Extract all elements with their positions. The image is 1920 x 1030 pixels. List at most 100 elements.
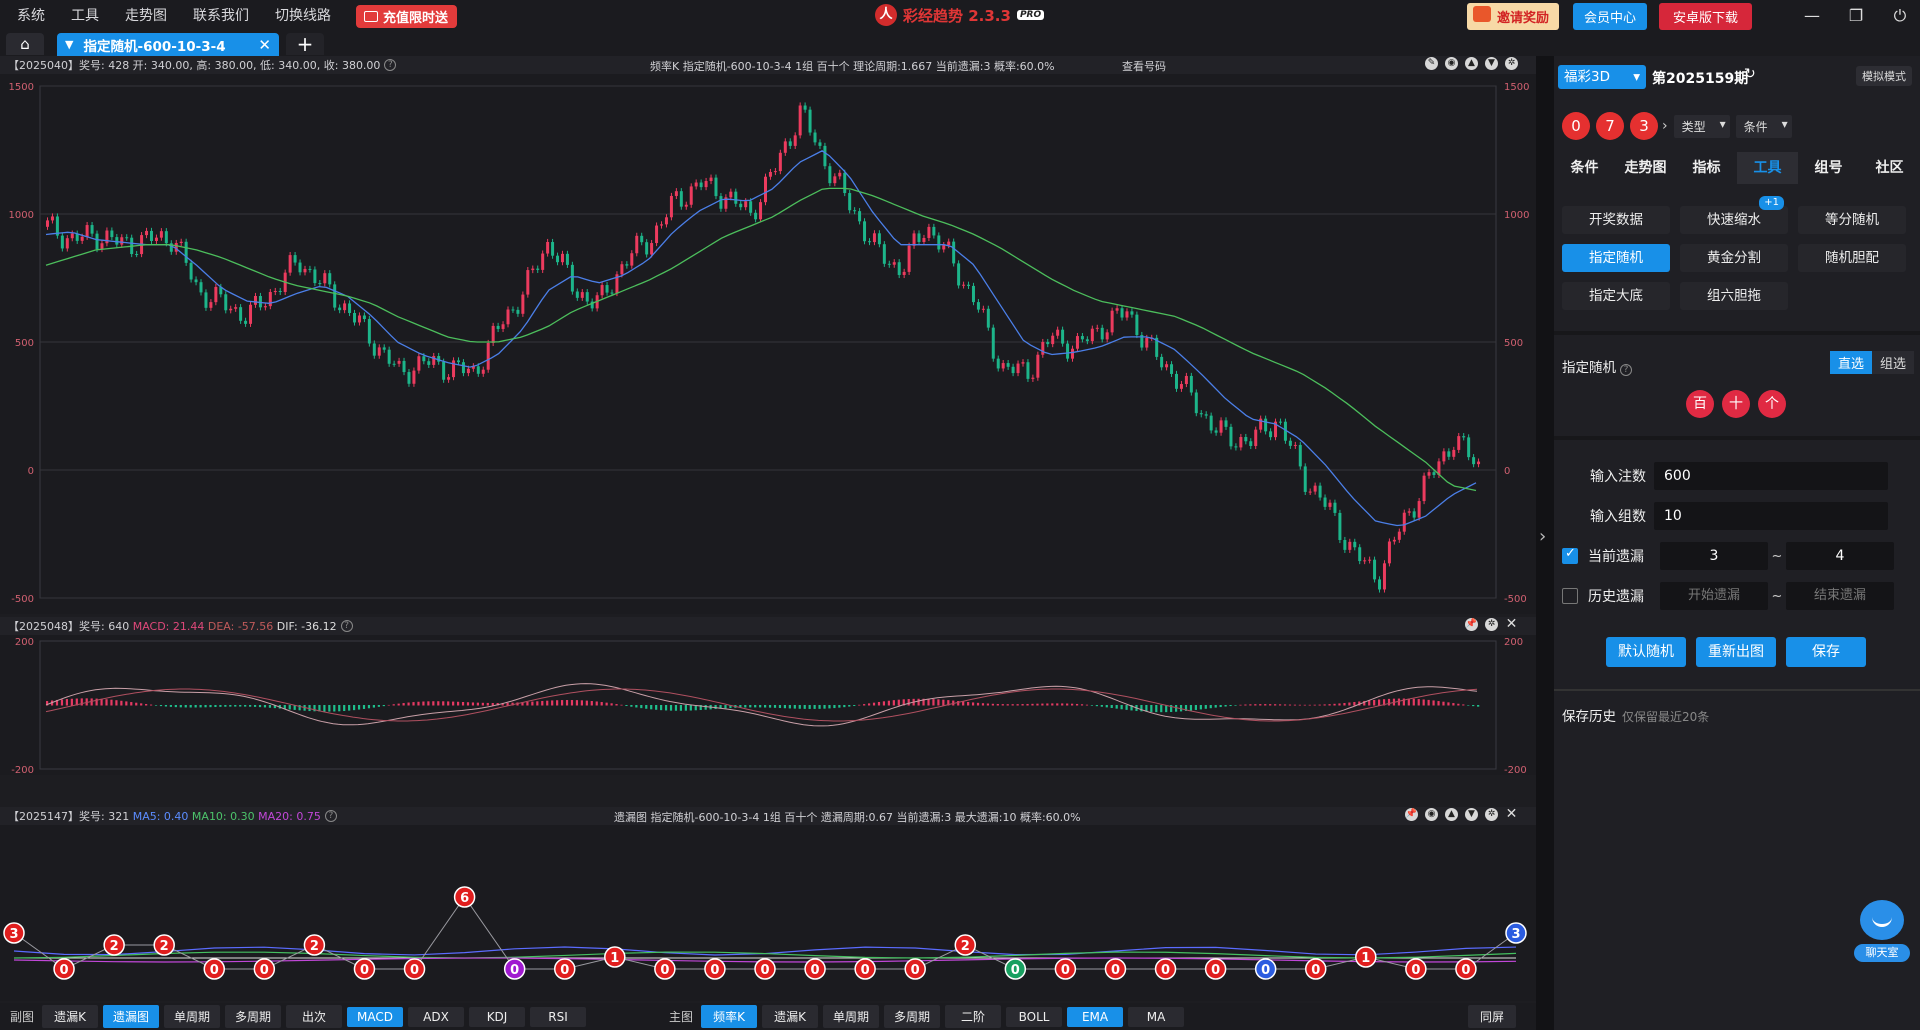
chevron-right-icon[interactable]: › [1662, 118, 1668, 134]
vip-center-button[interactable]: 会员中心 [1572, 2, 1647, 30]
type-select[interactable]: 类型 [1673, 114, 1730, 138]
pin-icon[interactable]: 📌 [1465, 618, 1478, 631]
position-tens[interactable]: 十 [1722, 390, 1750, 418]
eye-icon[interactable]: ◉ [1445, 57, 1458, 70]
sub-btn-macd[interactable]: MACD [347, 1006, 404, 1027]
refresh-icon[interactable]: ↻ [1744, 66, 1756, 82]
kchart-svg[interactable]: 1500 1500 1000 1000 500 500 0 0 -500 -500 [0, 74, 1536, 614]
redraw-button[interactable]: 重新出图 [1696, 637, 1776, 667]
miss-svg[interactable]: 3 0 2 2 0 0 2 0 0 6 0 0 1 0 0 0 0 0 0 2 0 0 0 0 0 0 0 1 0 0 3 [0, 825, 1536, 1001]
tool-golden-section[interactable]: 黄金分割 [1680, 244, 1788, 272]
pin-icon[interactable]: 📌 [1405, 808, 1418, 821]
current-miss-to[interactable]: 4 [1786, 542, 1894, 570]
current-miss-checkbox[interactable] [1562, 546, 1578, 564]
eye-icon[interactable]: ◉ [1425, 808, 1438, 821]
main-btn-miss-k[interactable]: 遗漏K [762, 1005, 819, 1028]
tool-quick-shrink[interactable]: 快速缩水 +1 [1680, 196, 1788, 234]
edit-icon[interactable]: ✎ [1425, 57, 1438, 70]
main-btn-multi-period[interactable]: 多周期 [884, 1005, 941, 1028]
menu-contact[interactable]: 联系我们 [180, 0, 262, 32]
main-btn-freq-k[interactable]: 频率K [701, 1005, 758, 1028]
tool-draw-data[interactable]: 开奖数据 [1562, 206, 1670, 234]
caret-down-icon[interactable]: ▼ [65, 38, 73, 51]
plot-frame [39, 640, 1497, 770]
sub-btn-miss-chart[interactable]: 遗漏图 [103, 1005, 160, 1028]
android-download-button[interactable]: 安卓版下载 [1658, 2, 1752, 30]
menu-trend[interactable]: 走势图 [112, 0, 180, 32]
current-miss-from[interactable]: 3 [1660, 542, 1768, 570]
tool-random-dan[interactable]: 随机胆配 [1798, 244, 1906, 272]
sub-btn-adx[interactable]: ADX [408, 1006, 465, 1027]
sub-btn-rsi[interactable]: RSI [530, 1006, 587, 1027]
save-button[interactable]: 保存 [1786, 637, 1866, 667]
condition-select[interactable]: 条件 [1735, 114, 1792, 138]
arrow-down-icon[interactable]: ▼ [1465, 808, 1478, 821]
minimize-icon[interactable]: — [1792, 0, 1832, 32]
help-icon[interactable]: ? [384, 59, 397, 71]
main-btn-single-period[interactable]: 单周期 [823, 1005, 880, 1028]
close-icon[interactable]: ✕ [1505, 807, 1518, 821]
position-units[interactable]: 个 [1758, 390, 1786, 418]
close-icon[interactable]: ✕ [1505, 617, 1518, 631]
history-miss-checkbox[interactable] [1562, 588, 1578, 604]
arrow-down-icon[interactable]: ▼ [1485, 57, 1498, 70]
tab-tools[interactable]: 工具 [1737, 152, 1798, 184]
main-btn-second-order[interactable]: 二阶 [945, 1005, 1002, 1028]
recharge-promo-button[interactable]: 充值限时送 [356, 4, 458, 28]
tab-conditions[interactable]: 条件 [1554, 152, 1615, 184]
sidebar-toggle[interactable]: › [1536, 56, 1554, 1030]
sub-btn-miss-k[interactable]: 遗漏K [42, 1005, 99, 1028]
candle [937, 235, 941, 250]
settings-icon[interactable]: ✲ [1505, 57, 1518, 70]
same-screen-button[interactable]: 同屏 [1468, 1005, 1516, 1028]
default-random-button[interactable]: 默认随机 [1606, 637, 1686, 667]
history-miss-from[interactable]: 开始遗漏 [1660, 582, 1768, 610]
menu-tools[interactable]: 工具 [58, 0, 112, 32]
chatroom-button[interactable]: 聊天室 [1854, 900, 1910, 972]
sub-btn-multi-period[interactable]: 多周期 [225, 1005, 282, 1028]
position-hundreds[interactable]: 百 [1686, 390, 1714, 418]
tab-indicators[interactable]: 指标 [1676, 152, 1737, 184]
home-icon[interactable]: ⌂ [6, 33, 44, 55]
mock-mode-button[interactable]: 模拟模式 [1856, 66, 1912, 86]
help-icon[interactable]: ? [1620, 364, 1632, 376]
tool-equal-random[interactable]: 等分随机 [1798, 206, 1906, 234]
power-icon[interactable]: ⏻ [1880, 0, 1920, 32]
tool-specified-random[interactable]: 指定随机 [1562, 244, 1670, 272]
mode-group[interactable]: 组选 [1871, 351, 1914, 374]
add-tab-icon[interactable]: + [286, 33, 324, 55]
view-numbers-link[interactable]: 查看号码 [1122, 58, 1166, 74]
tab-community[interactable]: 社区 [1859, 152, 1920, 184]
tab-active[interactable]: ▼ 指定随机-600-10-3-4 ✕ [57, 33, 279, 56]
invite-reward-button[interactable]: 邀请奖励 [1466, 2, 1559, 30]
arrow-up-icon[interactable]: ▲ [1445, 808, 1458, 821]
arrow-up-icon[interactable]: ▲ [1465, 57, 1478, 70]
main-btn-ma[interactable]: MA [1128, 1006, 1185, 1027]
tool-group6-dantuo[interactable]: 组六胆拖 [1680, 282, 1788, 310]
tab-group[interactable]: 组号 [1798, 152, 1859, 184]
groups-input[interactable]: 10 [1654, 502, 1888, 530]
sub-btn-single-period[interactable]: 单周期 [164, 1005, 221, 1028]
macd-svg[interactable]: 200 200 -200 -200 [0, 635, 1536, 775]
mode-direct[interactable]: 直选 [1829, 351, 1872, 374]
count-input[interactable]: 600 [1654, 462, 1888, 490]
help-icon[interactable]: ? [324, 810, 337, 822]
sub-btn-count[interactable]: 出次 [286, 1005, 343, 1028]
main-btn-ema[interactable]: EMA [1067, 1006, 1124, 1027]
settings-icon[interactable]: ✲ [1485, 618, 1498, 631]
chevron-right-icon[interactable]: › [1539, 526, 1546, 547]
restore-icon[interactable]: ❐ [1836, 0, 1876, 32]
lottery-select[interactable]: 福彩3D [1558, 65, 1646, 89]
macd-bar [392, 704, 395, 706]
close-icon[interactable]: ✕ [258, 36, 271, 54]
menu-switch-line[interactable]: 切换线路 [262, 0, 344, 32]
tool-specified-base[interactable]: 指定大底 [1562, 282, 1670, 310]
macd-bar [1011, 704, 1014, 706]
main-btn-boll[interactable]: BOLL [1006, 1006, 1063, 1027]
settings-icon[interactable]: ✲ [1485, 808, 1498, 821]
help-icon[interactable]: ? [340, 620, 353, 632]
tab-trend[interactable]: 走势图 [1615, 152, 1676, 184]
history-miss-to[interactable]: 结束遗漏 [1786, 582, 1894, 610]
menu-system[interactable]: 系统 [4, 0, 58, 32]
sub-btn-kdj[interactable]: KDJ [469, 1006, 526, 1027]
